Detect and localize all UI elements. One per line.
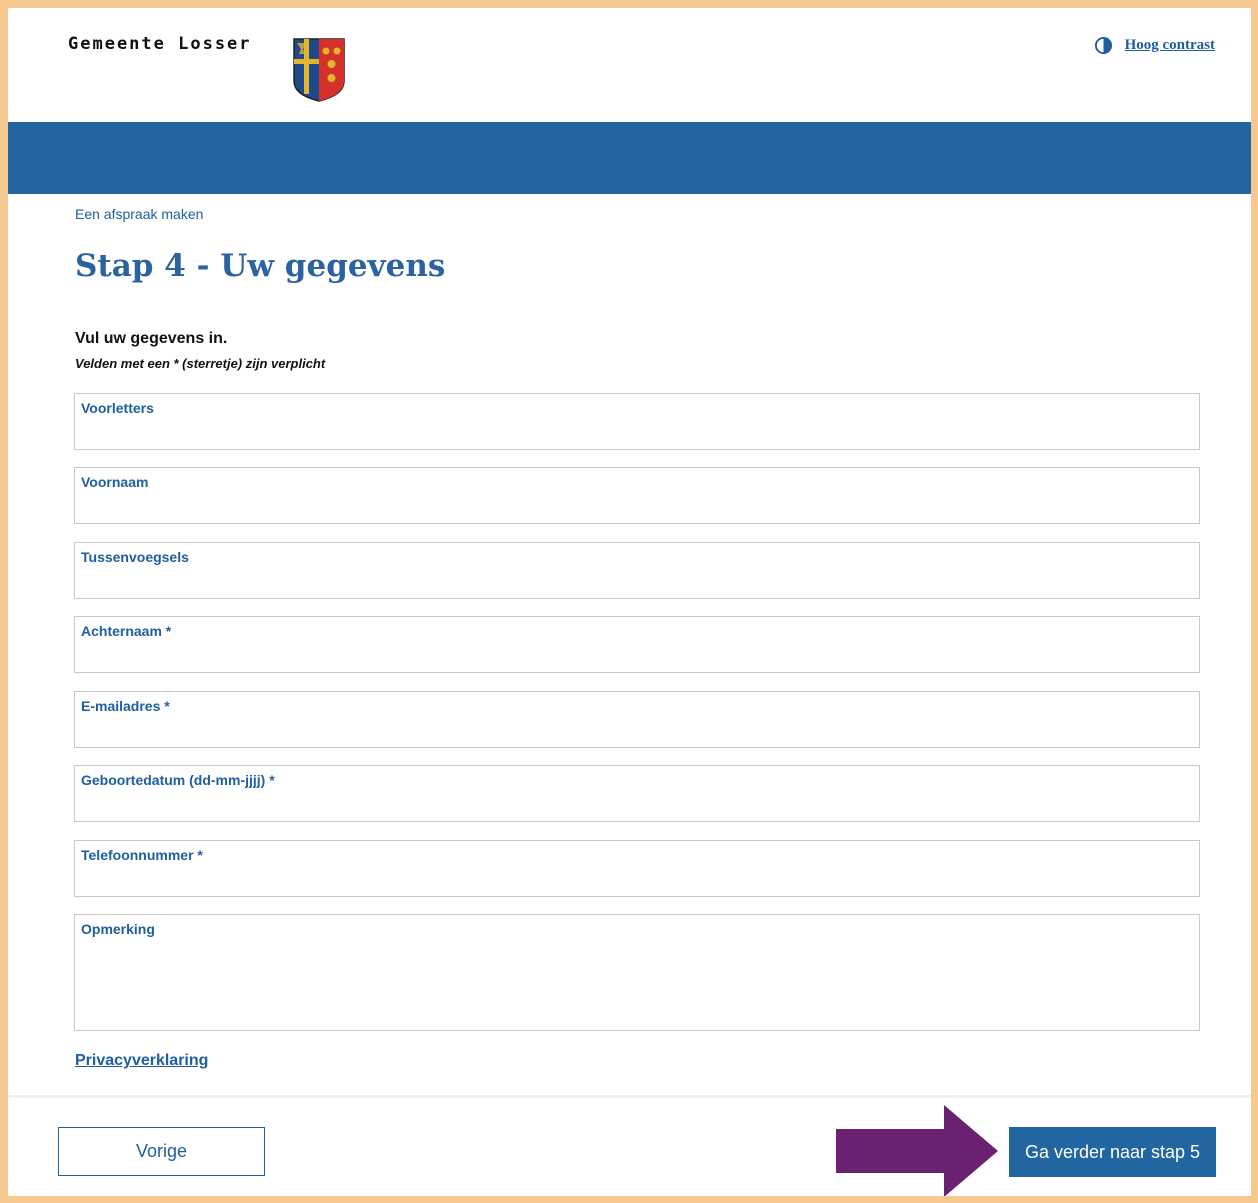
- field-label: Achternaam *: [81, 623, 172, 639]
- first-name-field[interactable]: Voornaam: [74, 467, 1200, 524]
- crest-logo[interactable]: [292, 37, 346, 103]
- remark-field[interactable]: Opmerking: [74, 914, 1200, 1031]
- field-label: Opmerking: [81, 921, 155, 937]
- initials-field[interactable]: Voorletters: [74, 393, 1200, 450]
- required-note: Velden met een * (sterretje) zijn verpli…: [75, 356, 326, 371]
- field-label: Voornaam: [81, 474, 149, 490]
- page-title: Stap 4 - Uw gegevens: [75, 248, 446, 284]
- form-intro: Vul uw gegevens in.: [75, 330, 228, 347]
- contrast-icon: [1094, 36, 1112, 55]
- contrast-toggle[interactable]: Hoog contrast: [1094, 36, 1215, 55]
- field-label: Telefoonnummer *: [81, 847, 203, 863]
- field-label: Geboortedatum (dd-mm-jjjj) *: [81, 772, 275, 788]
- next-step-button[interactable]: Ga verder naar stap 5: [1009, 1127, 1216, 1177]
- field-label: E-mailadres *: [81, 698, 170, 714]
- birthdate-field[interactable]: Geboortedatum (dd-mm-jjjj) *: [74, 765, 1200, 822]
- page-frame: Gemeente Losser Hoog contrast Een afspra…: [8, 8, 1251, 1196]
- infix-field[interactable]: Tussenvoegsels: [74, 542, 1200, 599]
- field-label: Voorletters: [81, 400, 154, 416]
- last-name-field[interactable]: Achternaam *: [74, 616, 1200, 673]
- email-field[interactable]: E-mailadres *: [74, 691, 1200, 748]
- breadcrumb[interactable]: Een afspraak maken: [75, 206, 203, 222]
- arrow-right-icon: [836, 1105, 998, 1196]
- site-header: Gemeente Losser Hoog contrast: [8, 8, 1251, 122]
- phone-field[interactable]: Telefoonnummer *: [74, 840, 1200, 897]
- previous-button[interactable]: Vorige: [58, 1127, 265, 1176]
- privacy-link[interactable]: Privacyverklaring: [75, 1052, 208, 1070]
- contrast-label[interactable]: Hoog contrast: [1125, 37, 1215, 54]
- navigation-bar: [8, 122, 1251, 194]
- site-name[interactable]: Gemeente Losser: [68, 34, 252, 54]
- field-label: Tussenvoegsels: [81, 549, 189, 565]
